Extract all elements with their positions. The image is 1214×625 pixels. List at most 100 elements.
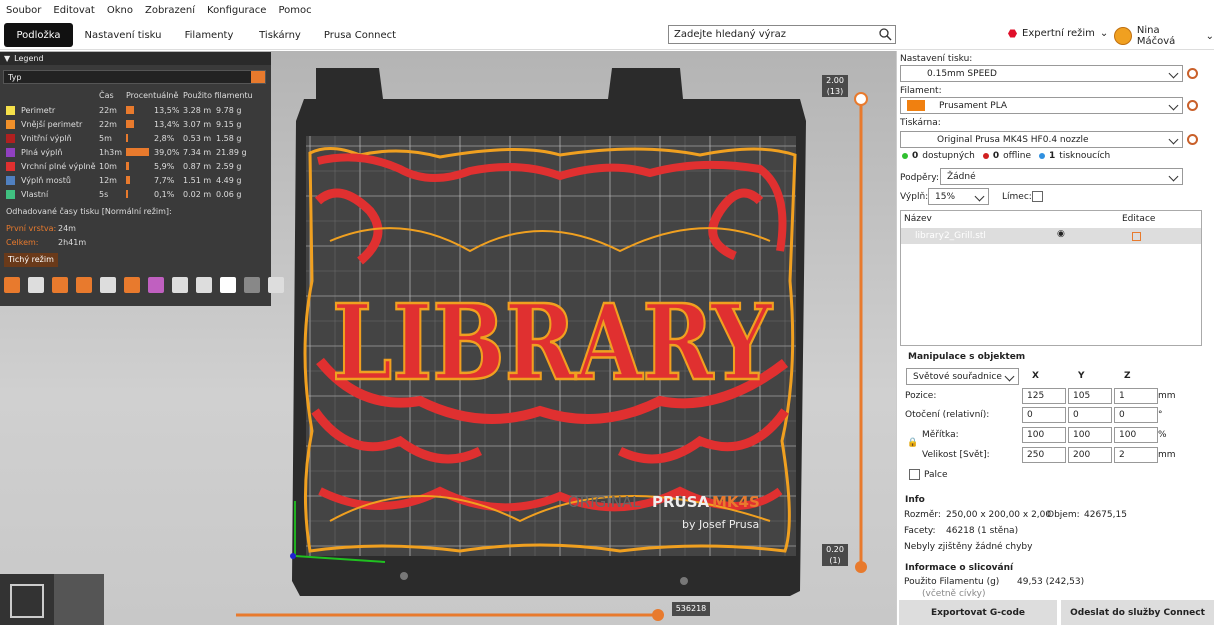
gear-icon[interactable] <box>1187 100 1198 111</box>
chevron-down-icon <box>974 191 985 202</box>
volume-value: 42675,15 <box>1084 510 1127 520</box>
position-label: Pozice: <box>905 391 937 401</box>
legend-time: 5m <box>99 133 112 143</box>
menu-pomoc[interactable]: Pomoc <box>278 5 311 16</box>
center-of-gravity-icon[interactable] <box>220 277 236 293</box>
wipe-icon[interactable] <box>28 277 44 293</box>
legend-weight: 21.89 g <box>216 147 247 157</box>
travel-icon[interactable] <box>4 277 20 293</box>
legend-header[interactable]: ▼ Legend <box>0 52 271 65</box>
facets-value: 46218 (1 stěna) <box>946 526 1019 536</box>
pause-icon[interactable] <box>172 277 188 293</box>
gear-icon[interactable] <box>1187 68 1198 79</box>
gear-icon[interactable] <box>1187 134 1198 145</box>
legend-percent-bar <box>126 120 134 128</box>
legend-length: 0.02 m <box>183 189 212 199</box>
legend-swatch <box>6 161 15 171</box>
expert-mode-icon <box>1008 29 1017 38</box>
legend-swatch <box>6 189 15 199</box>
tab-podlozka[interactable]: Podložka <box>4 23 73 47</box>
legend-swatch <box>6 147 15 157</box>
position-x[interactable]: 125 <box>1022 388 1066 404</box>
inches-checkbox[interactable] <box>909 469 920 480</box>
export-gcode-button[interactable]: Exportovat G-code <box>899 600 1057 625</box>
tab-prusa-connect[interactable]: Prusa Connect <box>322 23 398 47</box>
position-y[interactable]: 105 <box>1068 388 1112 404</box>
legend-percent-bar <box>126 134 128 142</box>
size-x[interactable]: 250 <box>1022 447 1066 463</box>
quiet-mode-button[interactable]: Tichý režim <box>4 253 58 267</box>
chevron-down-icon <box>1168 68 1179 79</box>
tool-marker-icon[interactable] <box>268 277 284 293</box>
menu-konfigurace[interactable]: Konfigurace <box>207 5 266 16</box>
coordinates-select[interactable]: Světové souřadnice <box>906 368 1019 385</box>
legend-time: 22m <box>99 105 117 115</box>
chevron-down-icon: ⌄ <box>1205 30 1214 42</box>
layer-bottom-label: 0.20 (1) <box>822 544 848 566</box>
rotation-label: Otočení (relativní): <box>905 410 990 420</box>
filament-select[interactable]: Prusament PLA <box>900 97 1183 114</box>
filament-used-value: 49,53 (242,53) <box>1017 577 1085 587</box>
send-to-connect-button[interactable]: Odeslat do služby Connect <box>1061 600 1214 625</box>
legend-name: Vrchní plné výplně <box>21 161 96 171</box>
user-name: Nina Máčová <box>1136 25 1176 47</box>
chevron-down-icon <box>1168 171 1179 182</box>
custom-gcode-icon[interactable] <box>196 277 212 293</box>
legend-pct: 39,0% <box>154 147 180 157</box>
size-z[interactable]: 2 <box>1114 447 1158 463</box>
legend-weight: 0.06 g <box>216 189 242 199</box>
shells-icon[interactable] <box>244 277 260 293</box>
axis-y: Y <box>1078 371 1085 381</box>
rotation-y[interactable]: 0 <box>1068 407 1112 423</box>
filament-used-note: (včetně cívky) <box>922 589 986 599</box>
color-change-icon[interactable] <box>148 277 164 293</box>
brim-checkbox[interactable] <box>1032 191 1043 202</box>
tab-printers[interactable]: Tiskárny <box>254 23 306 47</box>
legend-panel: ▼ Legend Typ Čas Procentuálně Použito fil… <box>0 52 284 306</box>
search-input[interactable]: Zadejte hledaný výraz <box>668 25 896 44</box>
scale-z[interactable]: 100 <box>1114 427 1158 443</box>
search-icon[interactable] <box>878 27 892 41</box>
dimensions-label: Rozměr: <box>904 510 941 520</box>
legend-name: Plná výplň <box>21 147 63 157</box>
legend-swatch <box>6 105 15 115</box>
legend-length: 1.51 m <box>183 175 212 185</box>
tool-change-icon[interactable] <box>124 277 140 293</box>
mode-label: Expertní režim <box>1022 28 1095 39</box>
infill-select[interactable]: 15% <box>928 188 989 205</box>
print-settings-select[interactable]: 0.15mm SPEED <box>900 65 1183 82</box>
lock-icon[interactable]: 🔒 <box>907 438 918 448</box>
supports-select[interactable]: Žádné <box>940 168 1183 185</box>
size-y[interactable]: 200 <box>1068 447 1112 463</box>
legend-type-select[interactable]: Typ <box>3 70 266 84</box>
tab-filaments[interactable]: Filamenty <box>180 23 238 47</box>
menu-okno[interactable]: Okno <box>107 5 133 16</box>
rotation-x[interactable]: 0 <box>1022 407 1066 423</box>
scale-x[interactable]: 100 <box>1022 427 1066 443</box>
tab-print-settings[interactable]: Nastavení tisku <box>82 23 164 47</box>
edit-icon[interactable] <box>1132 232 1141 241</box>
seams-icon[interactable] <box>100 277 116 293</box>
user-menu[interactable]: Nina Máčová ⌄ <box>1114 25 1214 47</box>
deretraction-icon[interactable] <box>76 277 92 293</box>
scale-y[interactable]: 100 <box>1068 427 1112 443</box>
menu-editovat[interactable]: Editovat <box>53 5 94 16</box>
rotation-z[interactable]: 0 <box>1114 407 1158 423</box>
legend-weight: 9.78 g <box>216 105 242 115</box>
preview-layers-icon[interactable] <box>54 574 104 625</box>
3d-view-icon[interactable] <box>10 584 44 618</box>
eye-icon[interactable]: ◉ <box>1057 229 1065 239</box>
menu-soubor[interactable]: Soubor <box>6 5 41 16</box>
legend-time: 22m <box>99 119 117 129</box>
retraction-icon[interactable] <box>52 277 68 293</box>
filament-value: Prusament PLA <box>939 100 1008 111</box>
mode-selector[interactable]: Expertní režim ⌄ <box>1008 28 1108 39</box>
position-z[interactable]: 1 <box>1114 388 1158 404</box>
legend-title: Legend <box>14 54 44 63</box>
printer-select[interactable]: Original Prusa MK4S HF0.4 nozzle <box>900 131 1183 148</box>
legend-row: Vlastní 5s 0,1% 0.02 m 0.06 g <box>6 188 266 200</box>
menu-zobrazeni[interactable]: Zobrazení <box>145 5 195 16</box>
col-filament: Použito filamentu <box>183 90 253 100</box>
search-placeholder: Zadejte hledaný výraz <box>674 29 787 40</box>
layer-top-number: (13) <box>826 87 844 96</box>
